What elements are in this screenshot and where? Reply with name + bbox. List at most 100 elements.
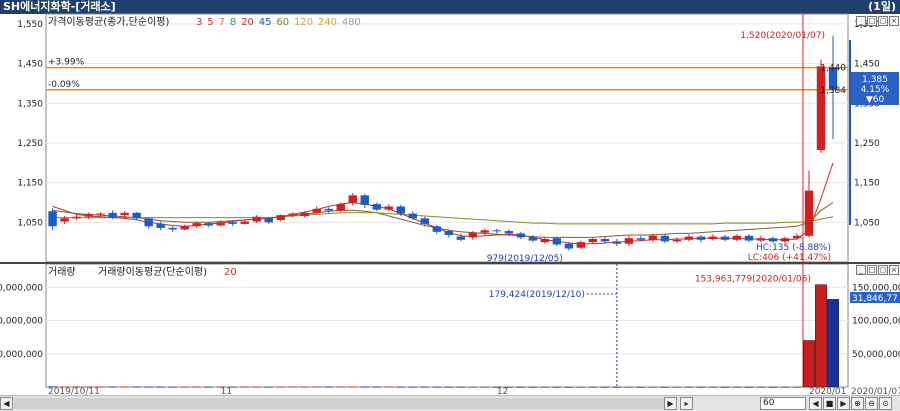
volume-tick-label-right: 150,000,000	[852, 283, 900, 293]
last-upper-label: 1,440	[820, 64, 846, 74]
volume-bar	[636, 386, 646, 388]
panel-minimize-button[interactable]: _	[856, 16, 866, 26]
volume-tick-label-right: 100,000,000	[852, 317, 900, 327]
volume-bar	[612, 386, 622, 388]
volume-bar	[276, 386, 285, 388]
volume-bar	[456, 386, 466, 388]
volume-bar	[827, 299, 839, 388]
candle-body	[720, 236, 730, 240]
volume-bar	[396, 386, 405, 388]
candle-body	[300, 212, 309, 216]
volume-cursor-annotation: 179,424(2019/12/10)	[489, 290, 585, 300]
price-tick-label-right: 1,050	[854, 218, 880, 228]
candle-body	[84, 214, 93, 217]
candle-body	[756, 238, 766, 241]
candle-body	[348, 195, 357, 204]
volume-bar	[468, 386, 478, 388]
panel-close-button[interactable]: ×	[889, 16, 899, 26]
candle-body	[528, 237, 538, 241]
volume-bar	[312, 386, 321, 388]
volume-bar	[372, 386, 381, 388]
horizontal-scrollbar[interactable]: ◀ ▶ ▸ 60 ◀ ■ ▶ ⊕ ⊖ ⊙	[0, 395, 900, 411]
candle-body	[480, 230, 490, 233]
panel-maximize-button[interactable]: ▢	[878, 16, 888, 26]
vol-panel-minimize-button[interactable]: _	[856, 265, 866, 275]
prev-icon[interactable]: ◀	[809, 397, 822, 410]
volume-bar	[660, 386, 670, 388]
volume-bar	[552, 386, 562, 388]
candle-body	[576, 242, 586, 248]
volume-bar	[384, 386, 393, 388]
scroll-right-icon[interactable]: ▶	[664, 397, 677, 410]
ma-legend-item: 8	[230, 17, 236, 28]
volume-bar	[576, 386, 586, 388]
vol-panel-maximize-button[interactable]: ▢	[878, 265, 888, 275]
x-axis-label: 12	[497, 387, 508, 395]
volume-bar	[588, 386, 598, 388]
volume-bar	[480, 386, 490, 388]
price-tick-label-left: 1,450	[17, 60, 43, 70]
volume-bar	[132, 386, 141, 388]
price-tick-label-left: 1,250	[17, 139, 43, 149]
ma-legend-item: 3	[196, 17, 202, 28]
zoom-slider-left-icon[interactable]: ▸	[680, 397, 693, 410]
candle-body	[276, 215, 285, 220]
volume-bar	[516, 386, 526, 388]
candle-body	[192, 223, 201, 227]
lower-reference-label: -0.09%	[48, 80, 80, 90]
zoom-out-icon[interactable]: ⊖	[865, 397, 878, 410]
x-axis-label: 2020/01	[809, 387, 846, 395]
volume-bar	[180, 386, 189, 388]
hc-annotation: HC:135 (-8.88%)	[756, 243, 831, 253]
scroll-thumb[interactable]	[14, 398, 664, 409]
candle-body	[48, 211, 57, 227]
zoom-reset-icon[interactable]: ⊙	[879, 397, 892, 410]
candle-body	[552, 238, 562, 245]
scroll-left-icon[interactable]: ◀	[0, 397, 13, 410]
volume-bar	[144, 386, 153, 388]
candle-body	[672, 239, 682, 242]
volume-bar	[420, 386, 429, 388]
volume-bar	[756, 386, 766, 388]
volume-bar	[684, 386, 694, 388]
volume-bar	[432, 386, 441, 388]
stop-icon[interactable]: ■	[823, 397, 836, 410]
stock-chart[interactable]: 1,0501,0501,1501,1501,2501,2501,3501,350…	[0, 0, 900, 395]
price-tick-label-left: 1,550	[17, 20, 43, 30]
panel-restore-button[interactable]: □	[867, 16, 877, 26]
candle-body	[600, 238, 610, 242]
candle-body	[96, 213, 105, 215]
volume-bar	[168, 386, 177, 388]
candle-body	[372, 204, 381, 210]
candle-body	[624, 238, 634, 244]
x-axis-label: 2020/01/07	[851, 387, 900, 395]
candle-body	[228, 222, 237, 224]
candle-body	[492, 230, 502, 232]
candle-body	[468, 232, 478, 238]
candle-body	[360, 195, 369, 205]
price-tick-label-right: 1,450	[854, 60, 880, 70]
candle-body	[120, 212, 129, 216]
vol-panel-close-button[interactable]: ×	[889, 265, 899, 275]
volume-bar	[696, 386, 706, 388]
volume-bar	[540, 386, 550, 388]
volume-bar	[240, 386, 249, 388]
vol-panel-restore-button[interactable]: □	[867, 265, 877, 275]
candle-body	[60, 218, 69, 222]
candle-body	[456, 236, 466, 240]
candle-body	[264, 218, 273, 223]
next-icon[interactable]: ▶	[837, 397, 850, 410]
ma-legend-item: 7	[219, 17, 225, 28]
ma-legend-item: 120	[294, 17, 313, 28]
candle-body	[768, 238, 778, 242]
ma-legend-item: 240	[318, 17, 337, 28]
volume-bar	[720, 386, 730, 388]
volume-bar	[324, 386, 333, 388]
volume-bar	[768, 386, 778, 388]
zoom-in-icon[interactable]: ⊕	[851, 397, 864, 410]
current-volume-value: 31,846,77	[852, 294, 898, 304]
ma-legend-item: 480	[342, 17, 361, 28]
zoom-input[interactable]: 60	[760, 397, 806, 410]
volume-bar	[408, 386, 417, 388]
candle-body	[648, 235, 658, 240]
